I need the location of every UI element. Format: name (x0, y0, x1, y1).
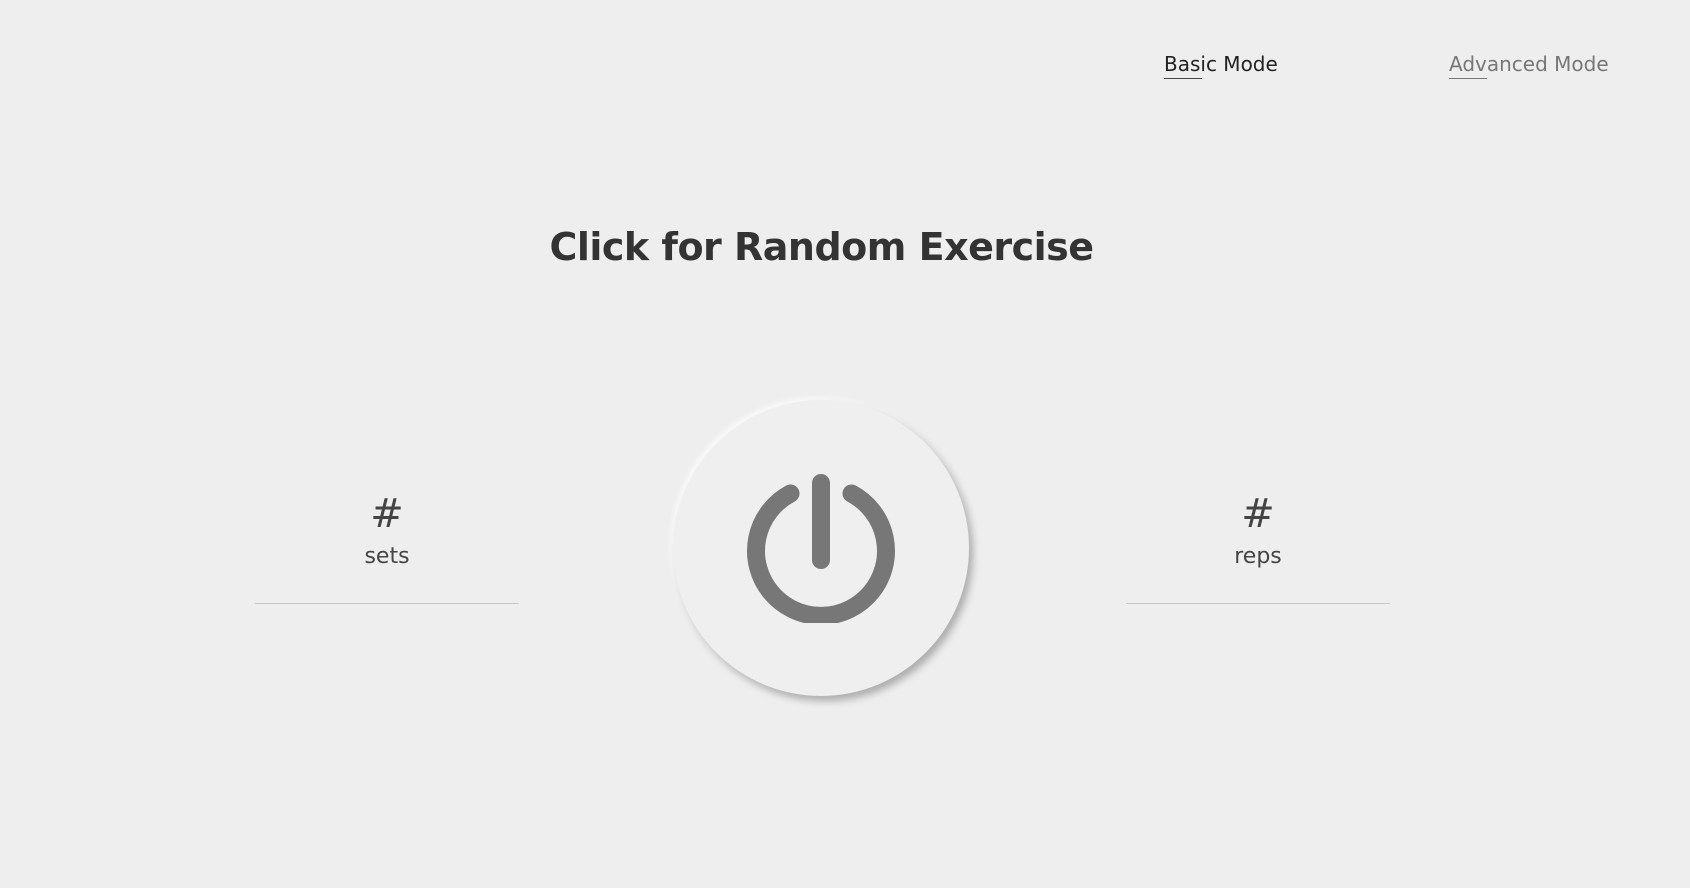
power-icon (747, 474, 895, 623)
sets-value: # (370, 491, 404, 537)
random-exercise-button[interactable] (673, 400, 969, 696)
page: Basic Mode Advanced Mode Click for Rando… (0, 0, 1690, 888)
advanced-mode-label: Advanced Mode (1449, 52, 1609, 76)
basic-mode-link[interactable]: Basic Mode (1164, 51, 1278, 79)
sets-counter: # sets (255, 490, 519, 604)
reps-divider (1126, 603, 1390, 604)
reps-counter: # reps (1126, 490, 1390, 604)
sets-label: sets (364, 544, 410, 569)
basic-mode-label: Basic Mode (1164, 52, 1278, 76)
advanced-mode-underline (1449, 78, 1487, 79)
reps-label: reps (1234, 544, 1282, 569)
reps-value: # (1241, 491, 1275, 537)
advanced-mode-link[interactable]: Advanced Mode (1449, 51, 1609, 79)
basic-mode-underline (1164, 78, 1202, 79)
page-heading: Click for Random Exercise (549, 225, 1094, 269)
sets-divider (255, 603, 519, 604)
